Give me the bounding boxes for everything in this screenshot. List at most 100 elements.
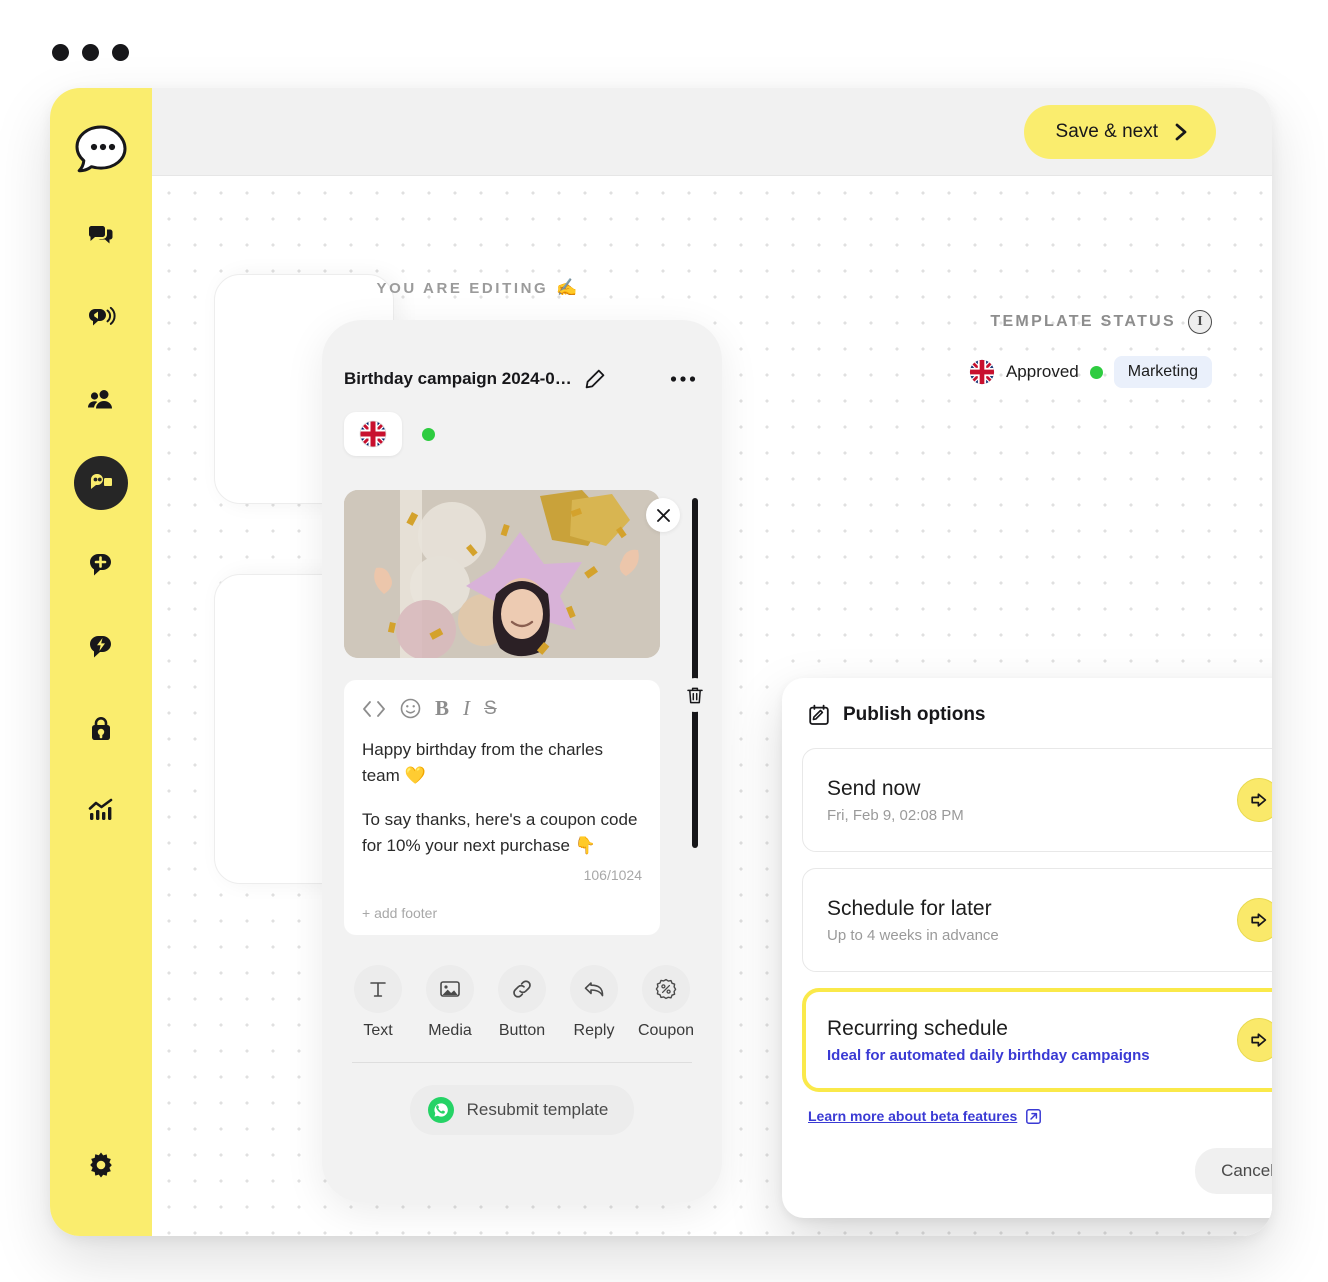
text-icon	[354, 965, 402, 1014]
uk-flag-icon	[969, 359, 995, 385]
template-status-dot	[422, 427, 435, 441]
info-icon[interactable]: i	[1188, 310, 1212, 334]
save-next-label: Save & next	[1055, 120, 1158, 142]
edit-title-button[interactable]	[578, 362, 612, 396]
publish-options-panel: Publish options Send now Fri, Feb 9, 02:…	[782, 678, 1272, 1218]
option-title: Schedule for later	[827, 896, 992, 920]
chrome-dot[interactable]	[112, 44, 129, 61]
app-window: Save & next YOU ARE EDITING ✍️ Birthday …	[50, 88, 1272, 1236]
sidebar-item-settings[interactable]	[74, 1138, 128, 1192]
approval-status-dot	[1089, 365, 1103, 379]
main-canvas: Save & next YOU ARE EDITING ✍️ Birthday …	[152, 88, 1272, 1236]
media-block-row	[344, 490, 700, 848]
editor-board: YOU ARE EDITING ✍️ Birthday campaign 202…	[152, 176, 1272, 1236]
publish-options-list: Send now Fri, Feb 9, 02:08 PM Schedule f…	[802, 748, 1272, 1092]
template-more-button[interactable]	[666, 362, 700, 396]
editing-text: YOU ARE EDITING	[376, 279, 549, 297]
publish-option-schedule-later[interactable]: Schedule for later Up to 4 weeks in adva…	[802, 868, 1272, 972]
arrow-right-icon[interactable]	[1237, 898, 1272, 942]
arrow-right-icon[interactable]	[1237, 1018, 1272, 1062]
template-status-values: Approved Marketing	[969, 356, 1212, 388]
publish-options-header: Publish options	[802, 704, 1272, 726]
you-are-editing-label: YOU ARE EDITING ✍️	[312, 278, 642, 298]
add-footer-button[interactable]: + add footer	[362, 905, 642, 921]
block-tool-reply[interactable]: Reply	[560, 965, 628, 1040]
sidebar-item-campaigns[interactable]	[74, 292, 128, 346]
delete-block-button[interactable]	[678, 678, 712, 712]
language-flag-chip[interactable]	[344, 412, 402, 456]
message-editor[interactable]: B I S Happy birthday from the charles te…	[344, 678, 712, 936]
message-text[interactable]: Happy birthday from the charles team 💛 T…	[362, 737, 642, 859]
formatting-toolbar: B I S	[362, 696, 642, 721]
beta-link-label: Learn more about beta features	[808, 1108, 1018, 1124]
remove-media-button[interactable]	[646, 498, 680, 532]
template-divider	[352, 1062, 692, 1064]
template-status-heading: TEMPLATE STATUS	[990, 313, 1176, 330]
chrome-dot[interactable]	[52, 44, 69, 61]
template-status-panel: TEMPLATE STATUS i	[969, 310, 1212, 388]
option-texts: Send now Fri, Feb 9, 02:08 PM	[827, 777, 1237, 824]
sidebar-item-analytics[interactable]	[74, 784, 128, 838]
block-tool-label: Media	[428, 1022, 472, 1040]
top-bar: Save & next	[152, 88, 1272, 176]
coupon-percent-icon	[642, 965, 690, 1014]
block-tool-text[interactable]: Text	[344, 965, 412, 1040]
block-tools: Text Media Button Reply Coupon	[340, 965, 704, 1040]
media-preview[interactable]	[344, 490, 660, 658]
image-icon	[426, 965, 474, 1014]
reply-icon	[570, 965, 618, 1014]
code-icon[interactable]	[362, 700, 386, 718]
sidebar-item-create[interactable]	[74, 538, 128, 592]
option-title: Recurring schedule	[827, 1016, 1008, 1040]
calendar-edit-icon	[808, 704, 830, 726]
publish-options-title: Publish options	[843, 704, 986, 725]
whatsapp-icon	[427, 1097, 454, 1124]
option-title: Send now	[827, 776, 921, 800]
strikethrough-icon[interactable]: S	[484, 698, 497, 720]
sidebar-item-automation[interactable]	[74, 620, 128, 674]
bold-icon[interactable]: B	[435, 696, 449, 721]
resubmit-label: Resubmit template	[466, 1100, 609, 1120]
preview-scrollbar[interactable]	[692, 498, 698, 848]
save-and-next-button[interactable]: Save & next	[1023, 104, 1216, 159]
block-tool-media[interactable]: Media	[416, 965, 484, 1040]
resubmit-row: Resubmit template	[322, 1085, 722, 1136]
uk-flag-icon	[359, 420, 387, 448]
italic-icon[interactable]: I	[463, 696, 470, 721]
block-tool-coupon[interactable]: Coupon	[632, 965, 700, 1040]
sidebar-item-templates[interactable]	[74, 456, 128, 510]
window-chrome-dots	[52, 44, 129, 61]
option-texts: Schedule for later Up to 4 weeks in adva…	[827, 897, 1237, 944]
block-tool-label: Text	[363, 1022, 393, 1040]
brand-logo-icon[interactable]	[71, 120, 131, 180]
option-subtitle: Ideal for automated daily birthday campa…	[827, 1046, 1150, 1064]
sidebar-item-shop[interactable]	[74, 702, 128, 756]
birthday-photo	[344, 490, 660, 658]
sidebar	[50, 88, 152, 1236]
emoji-icon[interactable]	[400, 698, 421, 719]
link-icon	[498, 965, 546, 1014]
sidebar-item-inbox[interactable]	[74, 210, 128, 264]
chrome-dot[interactable]	[82, 44, 99, 61]
ellipsis-icon	[670, 375, 696, 383]
pencil-icon	[584, 368, 606, 390]
arrow-right-icon[interactable]	[1237, 778, 1272, 822]
writing-hand-icon: ✍️	[556, 278, 578, 297]
block-tool-label: Reply	[573, 1022, 615, 1040]
screenshot-root: Save & next YOU ARE EDITING ✍️ Birthday …	[0, 0, 1328, 1282]
template-header: Birthday campaign 2024-0…	[322, 320, 722, 396]
block-tool-button[interactable]: Button	[488, 965, 556, 1040]
beta-features-link[interactable]: Learn more about beta features	[808, 1108, 1042, 1124]
publish-option-send-now[interactable]: Send now Fri, Feb 9, 02:08 PM	[802, 748, 1272, 852]
message-paragraph: To say thanks, here's a coupon code for …	[362, 809, 638, 856]
external-link-icon	[1026, 1108, 1042, 1124]
chevron-right-icon	[1174, 123, 1188, 141]
option-subtitle: Fri, Feb 9, 02:08 PM	[827, 806, 964, 824]
publish-option-recurring-schedule[interactable]: Recurring schedule Ideal for automated d…	[802, 988, 1272, 1092]
block-tool-label: Coupon	[637, 1022, 695, 1040]
template-preview-card: Birthday campaign 2024-0… B I S Happy bi…	[322, 320, 722, 1202]
sidebar-item-contacts[interactable]	[74, 374, 128, 428]
cancel-button[interactable]: Cancel	[1195, 1148, 1272, 1194]
resubmit-template-button[interactable]: Resubmit template	[409, 1085, 635, 1136]
publish-panel-footer: Cancel	[1195, 1148, 1272, 1194]
